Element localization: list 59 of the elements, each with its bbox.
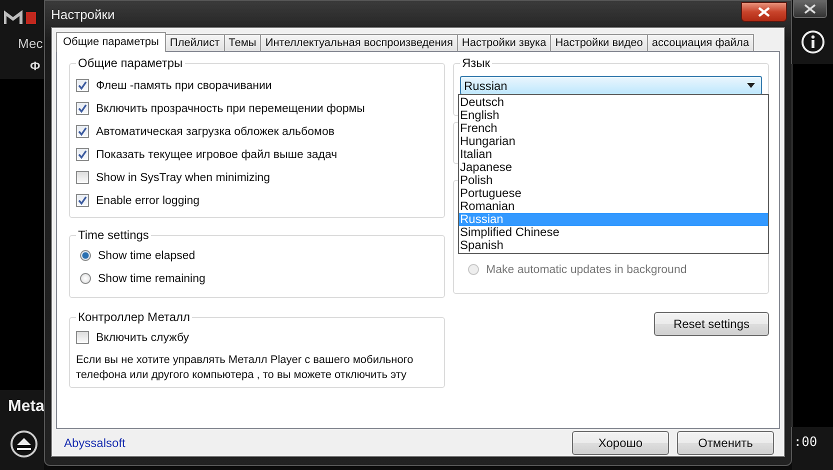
tab[interactable]: Темы: [224, 34, 262, 51]
player-label: Ф: [30, 59, 42, 73]
tab[interactable]: ассоциация файла: [646, 34, 754, 51]
logo-icon: [4, 10, 38, 26]
window-title: Настройки: [51, 6, 115, 22]
radio-button[interactable]: [80, 250, 91, 261]
abyssalsoft-link[interactable]: Abyssalsoft: [64, 436, 126, 450]
checkbox-label: Включить службу: [96, 332, 190, 344]
language-option[interactable]: Romanian: [459, 200, 768, 213]
radio-button[interactable]: [80, 273, 91, 284]
group-title: Контроллер Металл: [77, 310, 192, 324]
checkbox[interactable]: [76, 148, 89, 161]
language-option[interactable]: Hungarian: [459, 135, 768, 148]
checkbox-label: Enable error logging: [96, 194, 200, 206]
info-icon[interactable]: [800, 30, 824, 54]
checkbox[interactable]: [76, 331, 89, 344]
description-text: Если вы не хотите управлять Металл Player с вашего мобильного телефона или другого компьютера , то вы можете отключить эту: [76, 353, 414, 383]
language-option[interactable]: Italian: [459, 148, 768, 161]
tab[interactable]: Общие параметры: [56, 32, 166, 52]
radio-label: Make automatic updates in background: [486, 264, 687, 276]
dialog-button[interactable]: Отменить: [677, 430, 774, 454]
group-title: Язык: [461, 56, 492, 70]
close-icon: [758, 7, 770, 17]
checkbox[interactable]: [76, 171, 89, 184]
tab[interactable]: Настройки видео: [550, 34, 648, 51]
dialog-button[interactable]: Хорошо: [572, 430, 669, 454]
checkbox-label: Show in SysTray when minimizing: [96, 172, 270, 184]
tab[interactable]: Плейлист: [164, 34, 225, 51]
player-close-button[interactable]: [792, 0, 826, 18]
language-option[interactable]: Japanese: [459, 161, 768, 174]
language-option[interactable]: Polish: [459, 174, 768, 187]
language-option[interactable]: French: [459, 122, 768, 135]
language-option[interactable]: Simplified Chinese: [459, 226, 768, 239]
language-option[interactable]: English: [459, 109, 768, 122]
checkbox[interactable]: [76, 194, 89, 207]
language-option[interactable]: Spanish: [459, 239, 768, 252]
player-tab[interactable]: Мес: [18, 36, 44, 51]
language-dropdown[interactable]: Russian: [460, 76, 762, 95]
close-icon: [804, 4, 816, 14]
reset-settings-button[interactable]: Reset settings: [654, 312, 769, 336]
checkbox-label: Автоматическая загрузка обложек альбомов: [96, 126, 334, 138]
time-display: :00: [794, 435, 818, 450]
radio-label: Show time remaining: [98, 272, 206, 284]
eject-icon[interactable]: [10, 430, 38, 458]
checkbox-label: Включить прозрачность при перемещении формы: [96, 102, 365, 114]
radio-label: Show time elapsed: [98, 250, 196, 262]
language-option[interactable]: Deutsch: [459, 96, 768, 109]
tab[interactable]: Интеллектуальная воспроизведения: [260, 34, 458, 51]
language-option[interactable]: Portuguese: [459, 187, 768, 200]
group-title: Time settings: [77, 228, 150, 242]
tab[interactable]: Настройки звука: [456, 34, 552, 51]
group-title: Общие параметры: [77, 56, 184, 70]
close-button[interactable]: [741, 2, 787, 22]
checkbox-label: Показать текущее игровое файл выше задач: [96, 148, 338, 160]
checkbox[interactable]: [76, 79, 89, 92]
checkbox[interactable]: [76, 102, 89, 115]
checkbox-label: Флеш -память при сворачивании: [96, 80, 272, 92]
checkbox[interactable]: [76, 125, 89, 138]
caret-icon: [747, 83, 755, 88]
